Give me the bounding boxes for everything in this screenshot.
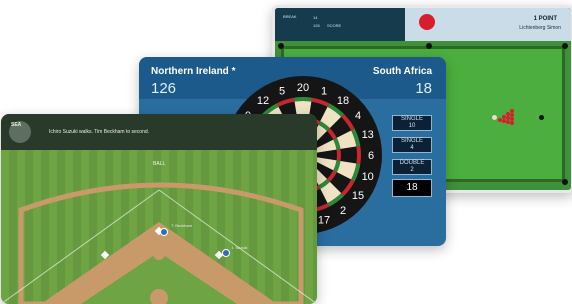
stat-value: 2: [410, 167, 414, 173]
total-score-box: 18: [392, 179, 432, 197]
snooker-scoreboard: BREAK 14 126 SCORE 1 POINT Lichtenberg S…: [275, 8, 571, 41]
red-ball-icon: [419, 14, 435, 30]
pitch-result-label: BALL: [153, 161, 166, 167]
board-segment: [356, 145, 361, 165]
break-label: BREAK: [283, 14, 297, 19]
cue-ball-icon: [492, 115, 497, 120]
board-number: 5: [279, 85, 285, 97]
baseball-field: [1, 150, 317, 304]
board-number: 12: [257, 95, 269, 107]
stat-label: SINGLE: [400, 116, 423, 122]
board-number: 20: [297, 82, 309, 94]
pocket-icon: [562, 43, 568, 49]
stat-value: 10: [408, 123, 416, 129]
runner-label: I. Suzuki: [232, 245, 248, 250]
runner-label: T. Beckham: [171, 223, 192, 228]
runner-marker: [160, 228, 168, 236]
points-label: 1 POINT: [533, 16, 557, 22]
stat-box: SINGLE 10: [392, 115, 432, 131]
player-name: Lichtenberg Simon: [519, 25, 561, 31]
home-team-score: 126: [151, 80, 177, 97]
stat-label: SINGLE: [400, 138, 423, 144]
board-number: 18: [337, 95, 349, 107]
break-value: 14: [313, 15, 318, 20]
stat-box: DOUBLE 2: [392, 159, 432, 175]
board-number: 10: [362, 171, 374, 183]
board-number: 4: [355, 110, 361, 122]
stat-value: 4: [410, 145, 414, 151]
pocket-icon: [426, 43, 432, 49]
stat-label: DOUBLE: [399, 160, 425, 166]
baseball-card[interactable]: SEA Ichiro Suzuki walks. Tim Beckham to …: [1, 114, 317, 304]
board-segment: [340, 146, 357, 164]
play-description: Ichiro Suzuki walks. Tim Beckham to seco…: [49, 129, 150, 135]
stat-box: SINGLE 4: [392, 137, 432, 153]
board-segment: [336, 149, 341, 161]
team-badge-label: SEA: [11, 122, 22, 128]
board-number: 15: [352, 190, 364, 202]
score-value: 126: [313, 23, 320, 28]
board-segment: [293, 97, 313, 102]
board-number: 1: [321, 85, 327, 97]
snooker-score-panel: [275, 8, 409, 41]
pocket-icon: [562, 179, 568, 185]
runner-marker: [222, 249, 230, 257]
board-number: 6: [368, 150, 374, 162]
board-number: 17: [318, 215, 330, 227]
black-ball-icon: [539, 115, 544, 120]
score-label: SCORE: [327, 23, 342, 28]
pocket-icon: [278, 43, 284, 49]
board-number: 13: [362, 129, 374, 141]
away-team-score: 18: [415, 80, 432, 97]
board-number: 2: [340, 205, 346, 217]
